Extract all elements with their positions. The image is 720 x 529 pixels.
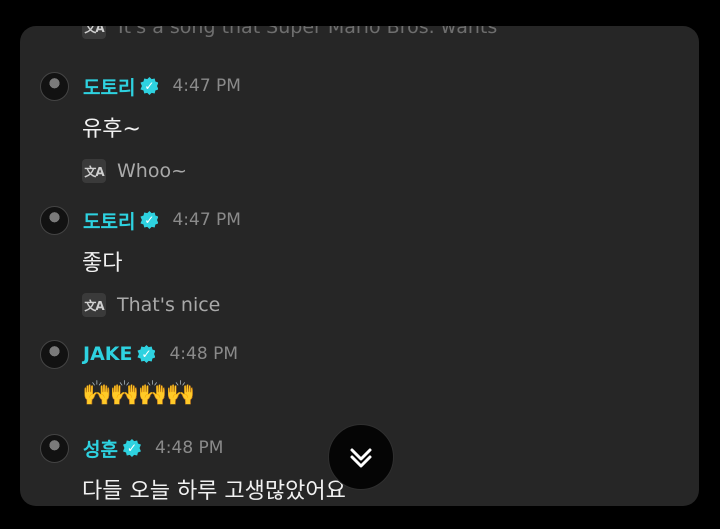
message-text: 유후~: [82, 117, 141, 142]
verified-badge-icon: ✓: [122, 439, 141, 457]
message-time: 4:48 PM: [154, 438, 224, 458]
author-name[interactable]: 성훈: [83, 435, 118, 462]
chat-panel: 文A It's a song that Super Mario Bros. wa…: [20, 26, 699, 506]
message-text: 좋다: [82, 251, 123, 276]
message-item: 도토리 ✓ 4:47 PM 좋다 文A That's nice: [40, 205, 679, 317]
author-name[interactable]: JAKE: [83, 343, 132, 365]
double-chevron-down-icon: [350, 448, 372, 468]
avatar[interactable]: [40, 71, 69, 101]
translation-text: That's nice: [117, 294, 221, 316]
message-item: JAKE ✓ 4:48 PM 🙌🙌🙌🙌: [40, 339, 679, 407]
message-text: 🙌🙌🙌🙌: [82, 379, 196, 407]
message-time: 4:47 PM: [172, 210, 241, 230]
translate-icon: 文A: [82, 293, 106, 317]
author-name[interactable]: 도토리: [83, 73, 135, 100]
verified-badge-icon: ✓: [137, 345, 156, 363]
translate-icon: 文A: [82, 159, 106, 183]
previous-message-translation: 文A It's a song that Super Mario Bros. wa…: [82, 26, 497, 39]
verified-badge-icon: ✓: [140, 211, 159, 229]
translation-text: It's a song that Super Mario Bros. wants: [118, 26, 498, 38]
message-translation: 文A Whoo~: [82, 159, 679, 183]
author-name[interactable]: 도토리: [83, 207, 135, 234]
translate-icon: 文A: [82, 26, 106, 39]
message-translation: 文A That's nice: [82, 293, 679, 317]
verified-badge-icon: ✓: [140, 77, 159, 95]
avatar[interactable]: [40, 339, 69, 369]
message-item: 도토리 ✓ 4:47 PM 유후~ 文A Whoo~: [40, 71, 679, 183]
message-time: 4:48 PM: [169, 344, 238, 364]
scroll-to-bottom-button[interactable]: [328, 424, 394, 490]
translation-text: Whoo~: [117, 160, 187, 182]
avatar[interactable]: [40, 205, 69, 235]
avatar[interactable]: [40, 433, 69, 463]
message-time: 4:47 PM: [172, 76, 241, 96]
